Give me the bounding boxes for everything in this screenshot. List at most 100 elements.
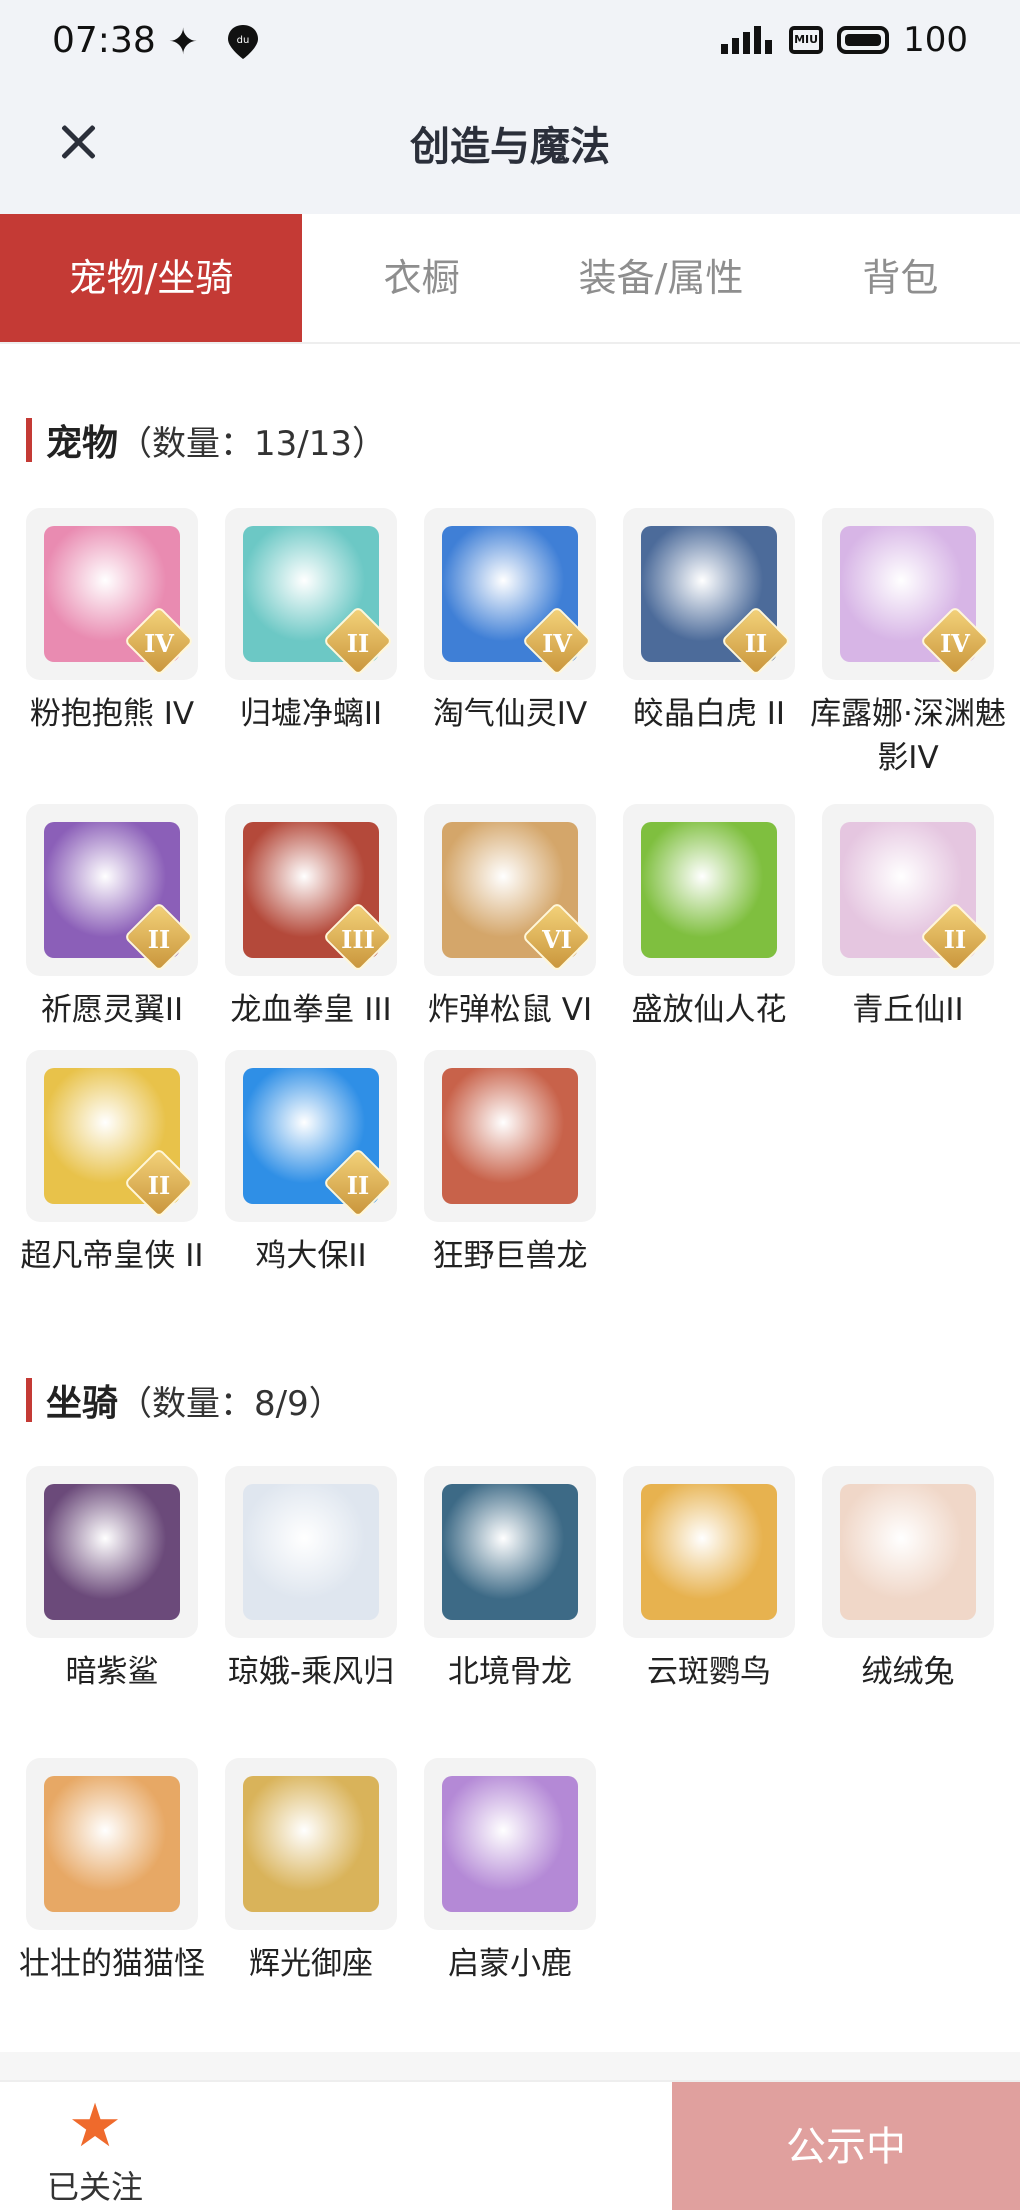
miu-icon: MIU — [789, 26, 824, 54]
grid-item[interactable]: IV 粉抱抱熊 IV — [26, 508, 198, 736]
item-name: 辉光御座 — [249, 1946, 373, 1982]
pets-count: （数量：13/13） — [118, 423, 386, 464]
item-thumbnail: II — [225, 1050, 397, 1222]
item-artwork — [840, 1484, 976, 1620]
item-name: 粉抱抱熊 IV — [29, 696, 195, 732]
grid-item[interactable]: II 超凡帝皇侠 II — [20, 1050, 204, 1278]
grid-item[interactable]: VI 炸弹松鼠 VI — [424, 804, 596, 1032]
grid-item[interactable]: II 祈愿灵翼II — [26, 804, 198, 1032]
pets-title: 宠物 — [46, 423, 119, 464]
grid-item[interactable]: 琼娥-乘风归 — [225, 1466, 397, 1694]
item-artwork — [243, 1484, 379, 1620]
item-name: 琼娥-乘风归 — [227, 1654, 395, 1690]
grid-item[interactable]: 启蒙小鹿 — [424, 1758, 596, 1986]
item-artwork — [442, 1776, 578, 1912]
item-artwork — [44, 1776, 180, 1912]
sparkle-icon: ✦ — [168, 22, 199, 63]
grid-item[interactable]: 壮壮的猫猫怪 — [19, 1758, 205, 1986]
item-name: 云斑鹦鸟 — [647, 1654, 771, 1690]
item-name: 鸡大保II — [255, 1238, 367, 1274]
item-name: 炸弹松鼠 VI — [427, 992, 593, 1028]
item-thumbnail: II — [26, 1050, 198, 1222]
status-time: 07:38 — [52, 20, 156, 61]
battery-icon — [837, 26, 890, 54]
follow-label: 已关注 — [46, 2168, 143, 2206]
item-thumbnail — [623, 804, 795, 976]
bottom-bar: ★ 已关注 公示中 — [0, 2080, 1020, 2210]
header: 创造与魔法 — [0, 86, 1020, 214]
item-name: 狂野巨兽龙 — [432, 1238, 588, 1274]
item-thumbnail: III — [225, 804, 397, 976]
item-thumbnail — [424, 1466, 596, 1638]
signal-icon — [721, 26, 775, 54]
grid-item[interactable]: III 龙血拳皇 III — [225, 804, 397, 1032]
item-name: 祈愿灵翼II — [40, 992, 184, 1028]
grid-item[interactable]: 北境骨龙 — [424, 1466, 596, 1694]
mounts-section-header: 坐骑 （数量：8/9） — [26, 1374, 343, 1426]
item-thumbnail: VI — [424, 804, 596, 976]
grid-item[interactable]: 盛放仙人花 — [623, 804, 795, 1032]
item-thumbnail — [424, 1050, 596, 1222]
tab-equipment-attributes[interactable]: 装备/属性 — [541, 214, 780, 342]
item-thumbnail: II — [822, 804, 994, 976]
grid-item[interactable]: II 归墟净螭II — [225, 508, 397, 736]
grid-item[interactable]: II 青丘仙II — [822, 804, 994, 1032]
grid-item[interactable]: II 鸡大保II — [225, 1050, 397, 1278]
section-accent-bar — [26, 1378, 32, 1422]
item-artwork — [44, 1484, 180, 1620]
grid-item[interactable]: 辉光御座 — [225, 1758, 397, 1986]
mounts-count: （数量：8/9） — [118, 1383, 343, 1424]
item-name: 北境骨龙 — [448, 1654, 572, 1690]
item-thumbnail: II — [225, 508, 397, 680]
item-thumbnail: II — [26, 804, 198, 976]
item-thumbnail — [26, 1466, 198, 1638]
grid-item[interactable]: II 皎晶白虎 II — [623, 508, 795, 736]
grid-item[interactable]: 狂野巨兽龙 — [424, 1050, 596, 1278]
grid-item[interactable]: IV 淘气仙灵IV — [424, 508, 596, 736]
status-right-icons: MIU 100 — [721, 20, 968, 60]
item-name: 启蒙小鹿 — [448, 1946, 572, 1982]
follow-button[interactable]: ★ 已关注 — [40, 2094, 150, 2208]
item-thumbnail — [822, 1466, 994, 1638]
item-thumbnail — [225, 1466, 397, 1638]
grid-item[interactable]: IV 库露娜·深渊魅影IV — [810, 508, 1006, 780]
item-name: 绒绒兔 — [861, 1654, 955, 1690]
item-thumbnail: IV — [26, 508, 198, 680]
item-name: 龙血拳皇 III — [230, 992, 392, 1028]
tab-bar: 宠物/坐骑 衣橱 装备/属性 背包 — [0, 214, 1020, 344]
mounts-title: 坐骑 — [46, 1383, 119, 1424]
item-thumbnail — [225, 1758, 397, 1930]
item-artwork — [641, 1484, 777, 1620]
item-name: 盛放仙人花 — [631, 992, 787, 1028]
item-name: 超凡帝皇侠 II — [20, 1238, 204, 1274]
grid-item[interactable]: 暗紫鲨 — [26, 1466, 198, 1694]
tab-backpack[interactable]: 背包 — [781, 214, 1020, 342]
item-thumbnail: IV — [424, 508, 596, 680]
item-thumbnail — [424, 1758, 596, 1930]
page-title: 创造与魔法 — [410, 124, 610, 170]
pets-section-header: 宠物 （数量：13/13） — [26, 414, 386, 466]
item-thumbnail: IV — [822, 508, 994, 680]
status-bar: 07:38 ✦ du MIU 100 — [0, 0, 1020, 86]
item-name: 淘气仙灵IV — [432, 696, 588, 732]
battery-level: 100 — [903, 20, 968, 60]
item-thumbnail: II — [623, 508, 795, 680]
item-name: 暗紫鲨 — [65, 1654, 159, 1690]
tab-pets-mounts[interactable]: 宠物/坐骑 — [0, 214, 302, 342]
item-name: 库露娜·深渊魅影IV — [810, 696, 1006, 776]
section-accent-bar — [26, 418, 32, 462]
tab-wardrobe[interactable]: 衣橱 — [302, 214, 541, 342]
svg-text:du: du — [237, 35, 250, 46]
item-artwork — [442, 1068, 578, 1204]
star-icon: ★ — [68, 2091, 122, 2161]
item-artwork — [442, 1484, 578, 1620]
item-name: 归墟净螭II — [239, 696, 383, 732]
item-name: 皎晶白虎 II — [632, 696, 786, 732]
item-name: 壮壮的猫猫怪 — [19, 1946, 205, 1982]
grid-item[interactable]: 绒绒兔 — [822, 1466, 994, 1694]
grid-item[interactable]: 云斑鹦鸟 — [623, 1466, 795, 1694]
public-status-button[interactable]: 公示中 — [672, 2082, 1020, 2210]
item-artwork — [641, 822, 777, 958]
item-artwork — [243, 1776, 379, 1912]
content-area: 宠物 （数量：13/13） IV 粉抱抱熊 IV II 归墟净螭II IV 淘气仙灵IV I… — [0, 344, 1020, 2052]
